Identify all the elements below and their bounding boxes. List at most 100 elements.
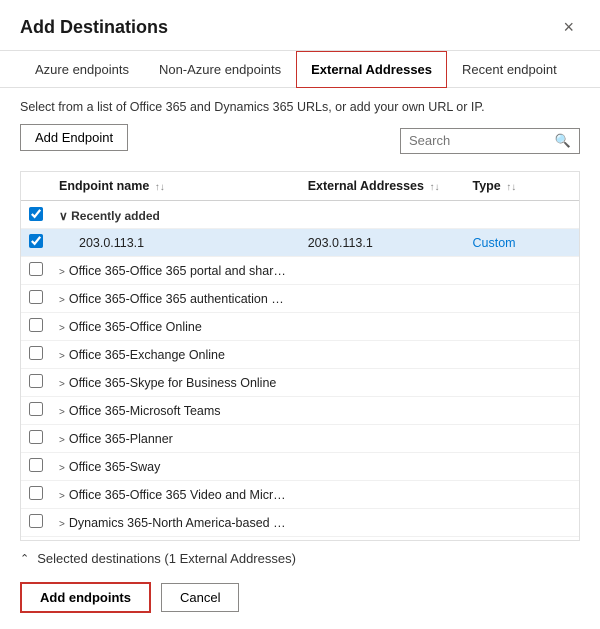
- dialog-title: Add Destinations: [20, 17, 168, 38]
- expand-icon: >: [59, 407, 65, 418]
- table-body: ∨ Recently added 203.0.113.1 203.0.113.1…: [21, 201, 579, 542]
- endpoint-type: [465, 453, 580, 481]
- sort-icon-addr: ↑↓: [429, 182, 439, 193]
- row-checkbox-cell[interactable]: [21, 341, 51, 369]
- expand-icon: >: [59, 435, 65, 446]
- tab-external[interactable]: External Addresses: [296, 51, 447, 88]
- close-button[interactable]: ×: [557, 16, 580, 38]
- endpoint-addresses: 203.0.113.1: [300, 229, 465, 257]
- endpoint-type: [465, 481, 580, 509]
- endpoint-name: >Office 365-Office 365 portal and shar…: [51, 257, 300, 285]
- row-checkbox[interactable]: [29, 234, 43, 248]
- search-bar: 🔍: [400, 128, 580, 154]
- row-checkbox-cell[interactable]: [21, 481, 51, 509]
- expand-icon: >: [59, 379, 65, 390]
- row-checkbox[interactable]: [29, 318, 43, 332]
- row-checkbox[interactable]: [29, 458, 43, 472]
- expand-icon: >: [59, 323, 65, 334]
- row-checkbox-cell[interactable]: [21, 425, 51, 453]
- endpoint-name: >Office 365-Microsoft Teams: [51, 397, 300, 425]
- tab-non-azure[interactable]: Non-Azure endpoints: [144, 51, 296, 88]
- table-row: >Dynamics 365-North America-based …: [21, 509, 579, 537]
- row-checkbox-cell[interactable]: [21, 285, 51, 313]
- row-checkbox-cell[interactable]: [21, 369, 51, 397]
- selected-footer-text: Selected destinations (1 External Addres…: [37, 551, 296, 566]
- table-row: >Office 365-Office 365 authentication …: [21, 285, 579, 313]
- table-row: >Office 365-Exchange Online: [21, 341, 579, 369]
- header-type[interactable]: Type ↑↓: [465, 172, 580, 201]
- endpoints-table: Endpoint name ↑↓ External Addresses ↑↓ T…: [21, 172, 579, 541]
- endpoint-addresses: [300, 257, 465, 285]
- search-icon: 🔍: [555, 133, 571, 149]
- expand-icon: >: [59, 295, 65, 306]
- endpoint-addresses: [300, 341, 465, 369]
- endpoint-name: >Office 365-Sway: [51, 453, 300, 481]
- chevron-down-icon: ⌃: [20, 552, 29, 565]
- add-endpoint-button[interactable]: Add Endpoint: [20, 124, 128, 151]
- tab-azure[interactable]: Azure endpoints: [20, 51, 144, 88]
- table-row: 203.0.113.1 203.0.113.1 Custom: [21, 229, 579, 257]
- row-checkbox[interactable]: [29, 346, 43, 360]
- row-checkbox[interactable]: [29, 262, 43, 276]
- row-checkbox[interactable]: [29, 290, 43, 304]
- group-checkbox[interactable]: [29, 207, 43, 221]
- row-checkbox-cell[interactable]: [21, 397, 51, 425]
- endpoint-type: [465, 341, 580, 369]
- table-row: >Office 365-Office Online: [21, 313, 579, 341]
- table-row: >Office 365-Sway: [21, 453, 579, 481]
- sort-icon-name: ↑↓: [155, 182, 165, 193]
- cancel-button[interactable]: Cancel: [161, 583, 239, 612]
- endpoint-addresses: [300, 509, 465, 537]
- endpoint-addresses: [300, 313, 465, 341]
- row-checkbox-cell[interactable]: [21, 313, 51, 341]
- expand-icon: >: [59, 491, 65, 502]
- description-text: Select from a list of Office 365 and Dyn…: [20, 100, 580, 114]
- row-checkbox[interactable]: [29, 514, 43, 528]
- endpoint-name: >Office 365-Office 365 authentication …: [51, 285, 300, 313]
- endpoint-addresses: [300, 453, 465, 481]
- table-row: >Office 365-Office 365 portal and shar…: [21, 257, 579, 285]
- header-external-addresses[interactable]: External Addresses ↑↓: [300, 172, 465, 201]
- expand-icon: >: [59, 351, 65, 362]
- row-checkbox-cell[interactable]: [21, 453, 51, 481]
- expand-icon: ∨: [59, 209, 71, 223]
- table-row: >Office 365-Microsoft Teams: [21, 397, 579, 425]
- endpoint-type: [465, 425, 580, 453]
- endpoint-type: [465, 369, 580, 397]
- endpoint-addresses: [300, 397, 465, 425]
- row-checkbox-cell[interactable]: [21, 257, 51, 285]
- row-checkbox[interactable]: [29, 486, 43, 500]
- row-checkbox-cell[interactable]: [21, 229, 51, 257]
- row-checkbox-cell[interactable]: [21, 509, 51, 537]
- endpoint-name: >Office 365-Exchange Online: [51, 341, 300, 369]
- endpoint-type[interactable]: Custom: [465, 229, 580, 257]
- table-row: >Office 365-Office 365 Video and Micr…: [21, 481, 579, 509]
- row-checkbox[interactable]: [29, 402, 43, 416]
- selected-destinations-footer[interactable]: ⌃ Selected destinations (1 External Addr…: [20, 541, 580, 572]
- add-endpoints-button[interactable]: Add endpoints: [20, 582, 151, 613]
- endpoint-addresses: [300, 425, 465, 453]
- table-row: >Office 365-Planner: [21, 425, 579, 453]
- row-checkbox[interactable]: [29, 430, 43, 444]
- endpoint-type: [465, 397, 580, 425]
- search-input[interactable]: [409, 133, 551, 148]
- endpoint-name: 203.0.113.1: [51, 229, 300, 257]
- dialog-footer: Add endpoints Cancel: [0, 572, 600, 629]
- endpoint-name: >Dynamics 365-North America-based …: [51, 509, 300, 537]
- tab-recent[interactable]: Recent endpoint: [447, 51, 572, 88]
- endpoint-addresses: [300, 369, 465, 397]
- row-checkbox[interactable]: [29, 374, 43, 388]
- endpoint-addresses: [300, 481, 465, 509]
- endpoint-type: [465, 285, 580, 313]
- header-endpoint-name[interactable]: Endpoint name ↑↓: [51, 172, 300, 201]
- expand-icon: >: [59, 519, 65, 530]
- type-link[interactable]: Custom: [473, 236, 516, 250]
- group-checkbox-cell[interactable]: [21, 201, 51, 229]
- group-label: ∨ Recently added: [51, 201, 579, 229]
- table-row: ∨ Recently added: [21, 201, 579, 229]
- endpoint-name: >Office 365-Office Online: [51, 313, 300, 341]
- table-row: >Office 365-Skype for Business Online: [21, 369, 579, 397]
- endpoint-name: >Office 365-Office 365 Video and Micr…: [51, 481, 300, 509]
- endpoints-table-container: Endpoint name ↑↓ External Addresses ↑↓ T…: [20, 171, 580, 541]
- header-checkbox-cell: [21, 172, 51, 201]
